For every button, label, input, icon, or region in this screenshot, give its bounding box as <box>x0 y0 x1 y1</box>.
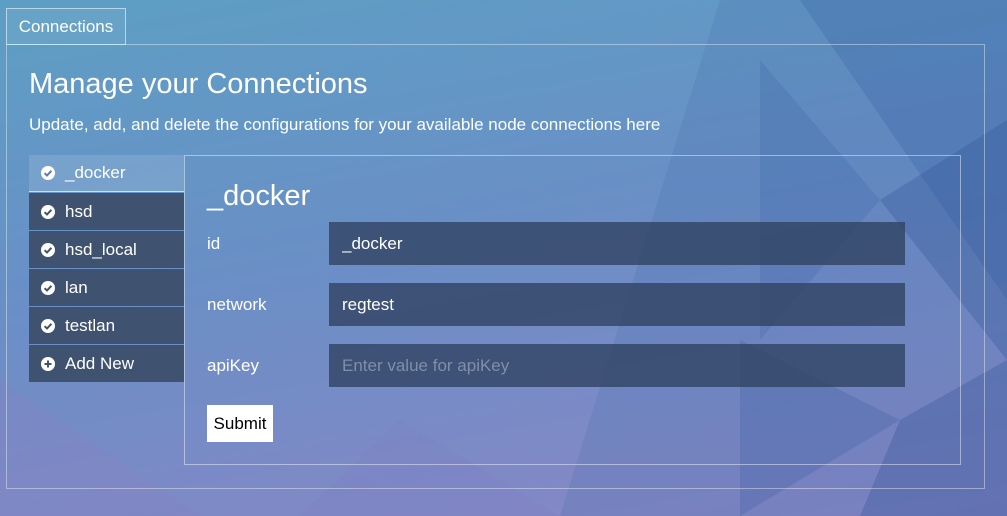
field-row-apikey: apiKey <box>207 344 940 387</box>
check-circle-icon <box>41 318 55 333</box>
connection-item-label: hsd <box>65 201 93 221</box>
field-label-id: id <box>207 234 221 253</box>
connection-form: _docker id network apiKey Submit <box>184 155 961 465</box>
connection-item-docker[interactable]: _docker <box>29 155 184 192</box>
field-label-network: network <box>207 295 267 314</box>
add-new-button[interactable]: Add New <box>29 345 184 382</box>
page-subtitle: Update, add, and delete the configuratio… <box>29 115 661 134</box>
connection-item-hsd[interactable]: hsd <box>29 193 184 230</box>
field-row-id: id <box>207 222 940 265</box>
page-title: Manage your Connections <box>29 68 368 100</box>
connection-list: _docker hsd hsd_local lan testlan Add Ne… <box>29 155 184 383</box>
connection-item-hsd-local[interactable]: hsd_local <box>29 231 184 268</box>
field-label-apikey: apiKey <box>207 356 259 375</box>
apikey-input[interactable] <box>329 344 905 387</box>
connection-item-lan[interactable]: lan <box>29 269 184 306</box>
submit-button[interactable]: Submit <box>207 405 273 442</box>
form-title: _docker <box>207 180 311 212</box>
connection-item-label: hsd_local <box>65 239 137 259</box>
id-input[interactable] <box>329 222 905 265</box>
connection-item-label: testlan <box>65 315 116 335</box>
connection-item-testlan[interactable]: testlan <box>29 307 184 344</box>
network-input[interactable] <box>329 283 905 326</box>
plus-circle-icon <box>41 356 55 371</box>
check-circle-icon <box>41 166 55 180</box>
check-circle-icon <box>41 280 55 295</box>
tab-connections[interactable]: Connections <box>6 8 126 45</box>
check-circle-icon <box>41 204 55 219</box>
connection-item-label: _docker <box>65 163 126 182</box>
field-row-network: network <box>207 283 940 326</box>
add-new-label: Add New <box>65 353 134 373</box>
connection-item-label: lan <box>65 277 88 297</box>
check-circle-icon <box>41 242 55 257</box>
